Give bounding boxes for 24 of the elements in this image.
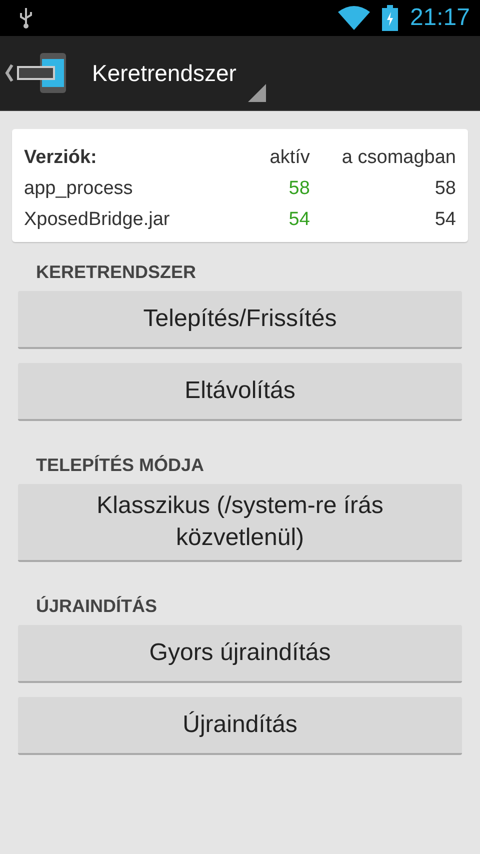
usb-icon [18,7,34,29]
action-button[interactable]: Eltávolítás [18,363,462,421]
component-name: app_process [24,177,134,201]
action-button[interactable]: Klasszikus (/system-re írás közvetlenül) [18,484,462,562]
section-header: ÚJRAINDÍTÁS [36,596,158,617]
package-version: 58 [434,177,456,201]
app-icon[interactable] [4,51,68,95]
versions-heading: Verziók: [24,146,98,170]
screen-title[interactable]: Keretrendszer [92,60,236,86]
active-version: 54 [288,208,310,232]
active-version: 58 [288,177,310,201]
action-button[interactable]: Újraindítás [18,697,462,755]
component-name: XposedBridge.jar [24,208,171,232]
section-header: TELEPÍTÉS MÓDJA [36,455,206,476]
column-heading: aktív [270,146,310,170]
wifi-icon [338,6,370,30]
action-button[interactable]: Telepítés/Frissítés [18,291,462,349]
clock: 21:17 [410,4,470,32]
dropdown-indicator-icon[interactable] [248,84,266,102]
battery-icon [382,5,398,31]
column-heading: a csomagban [342,146,456,170]
section-header: KERETRENDSZER [36,262,198,283]
action-button[interactable]: Gyors újraindítás [18,625,462,683]
package-version: 54 [434,208,456,232]
